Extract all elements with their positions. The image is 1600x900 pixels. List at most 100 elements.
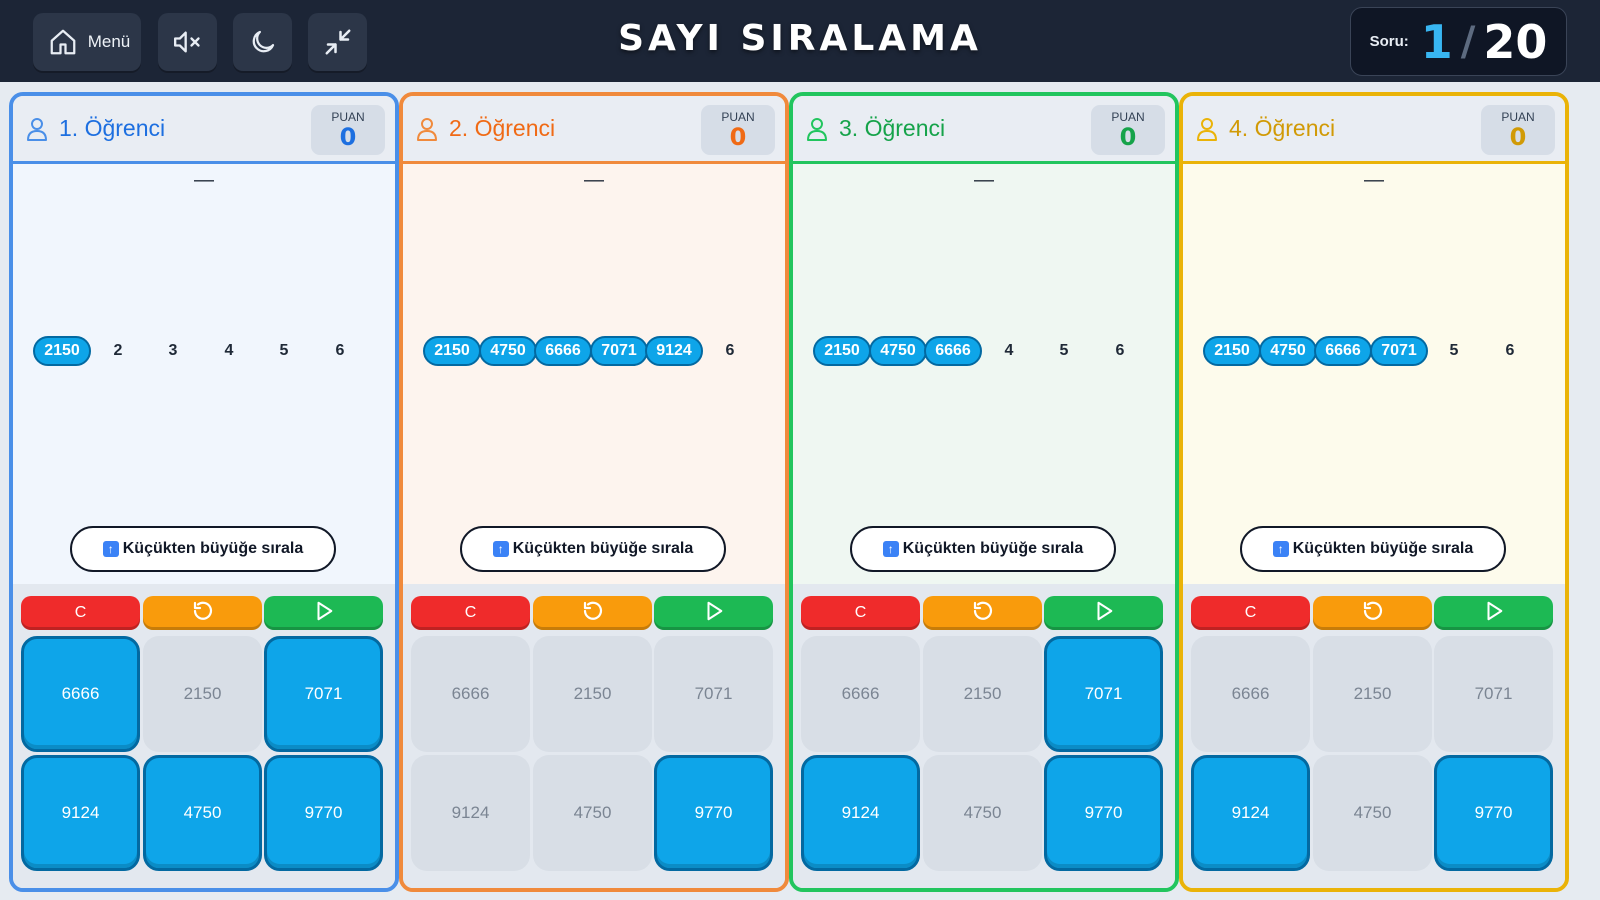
answer-slot: 2 — [113, 342, 123, 359]
answer-slot: 4 — [224, 342, 234, 359]
question-total: 20 — [1483, 14, 1548, 69]
number-key[interactable]: 4750 — [1313, 755, 1432, 871]
player-header: 1. Öğrenci PUAN 0 — [13, 96, 395, 164]
number-key[interactable]: 6666 — [411, 636, 530, 752]
clear-label: C — [854, 604, 867, 621]
number-key[interactable]: 9770 — [654, 755, 773, 871]
answer-slot: 5 — [279, 342, 289, 359]
submit-button[interactable] — [264, 596, 383, 630]
placeholder-dash: — — [194, 169, 214, 191]
play-icon — [313, 600, 335, 627]
score-box: PUAN 0 — [1481, 105, 1555, 155]
placeholder-dash: — — [974, 169, 994, 191]
undo-icon — [581, 599, 605, 628]
number-key[interactable]: 2150 — [923, 636, 1042, 752]
player-name: 3. Öğrenci — [839, 115, 946, 141]
undo-button[interactable] — [923, 596, 1042, 630]
number-key[interactable]: 7071 — [264, 636, 383, 752]
player-header: 3. Öğrenci PUAN 0 — [793, 96, 1175, 164]
number-key[interactable]: 2150 — [533, 636, 652, 752]
number-key[interactable]: 6666 — [1191, 636, 1310, 752]
undo-button[interactable] — [143, 596, 262, 630]
top-bar: Menü SAYI SIRALAMA Soru: 1 / 20 — [0, 0, 1600, 82]
clear-button[interactable]: C — [801, 596, 920, 630]
score-label: PUAN — [721, 110, 755, 124]
number-key[interactable]: 9124 — [21, 755, 140, 871]
answer-chip[interactable]: 6666 — [924, 336, 982, 366]
number-key[interactable]: 9770 — [1434, 755, 1553, 871]
order-instruction-label: Küçükten büyüğe sırala — [122, 540, 304, 557]
number-key[interactable]: 2150 — [143, 636, 262, 752]
order-instruction-label: Küçükten büyüğe sırala — [512, 540, 694, 557]
answer-chip[interactable]: 2150 — [813, 336, 871, 366]
number-key[interactable]: 9124 — [1191, 755, 1310, 871]
number-key[interactable]: 7071 — [654, 636, 773, 752]
number-key[interactable]: 6666 — [801, 636, 920, 752]
number-key[interactable]: 9770 — [264, 755, 383, 871]
keypad: C 6666 2150 7071 9124 4750 9770 — [403, 584, 785, 888]
number-key[interactable]: 2150 — [1313, 636, 1432, 752]
player-panel-4: 4. Öğrenci PUAN 0 — 2150 4750 6666 7071 5 6 ↑… — [1179, 92, 1569, 892]
clear-label: C — [1244, 604, 1257, 621]
keypad: C 6666 2150 7071 9124 4750 9770 — [793, 584, 1175, 888]
clear-button[interactable]: C — [1191, 596, 1310, 630]
clear-label: C — [464, 604, 477, 621]
answer-chip[interactable]: 6666 — [1314, 336, 1372, 366]
answer-chip[interactable]: 7071 — [1370, 336, 1428, 366]
score-value: 0 — [1509, 123, 1527, 151]
number-key[interactable]: 7071 — [1044, 636, 1163, 752]
number-key[interactable]: 6666 — [21, 636, 140, 752]
player-panel-2: 2. Öğrenci PUAN 0 — 2150 4750 6666 7071 9124… — [399, 92, 789, 892]
submit-button[interactable] — [1044, 596, 1163, 630]
submit-button[interactable] — [1434, 596, 1553, 630]
undo-button[interactable] — [1313, 596, 1432, 630]
keypad: C 6666 2150 7071 9124 4750 9770 — [1183, 584, 1565, 888]
user-icon — [1195, 116, 1219, 146]
answer-chip[interactable]: 4750 — [1259, 336, 1317, 366]
score-value: 0 — [729, 123, 747, 151]
number-key[interactable]: 9124 — [801, 755, 920, 871]
answer-chip[interactable]: 7071 — [590, 336, 648, 366]
arrow-up-icon: ↑ — [492, 541, 509, 557]
undo-icon — [971, 599, 995, 628]
placeholder-dash: — — [1364, 169, 1384, 191]
answer-slot: 6 — [1505, 342, 1515, 359]
number-key[interactable]: 4750 — [143, 755, 262, 871]
answer-chip[interactable]: 2150 — [1203, 336, 1261, 366]
user-icon — [415, 116, 439, 146]
submit-button[interactable] — [654, 596, 773, 630]
order-instruction-button[interactable]: ↑ Küçükten büyüğe sırala — [1240, 526, 1506, 572]
answer-area: — 2150 4750 6666 4 5 6 ↑ Küçükten büyüğe sıra… — [793, 164, 1175, 584]
order-instruction-button[interactable]: ↑ Küçükten büyüğe sırala — [850, 526, 1116, 572]
score-box: PUAN 0 — [311, 105, 385, 155]
answer-chip[interactable]: 2150 — [33, 336, 91, 366]
undo-button[interactable] — [533, 596, 652, 630]
score-value: 0 — [339, 123, 357, 151]
answer-chip[interactable]: 6666 — [534, 336, 592, 366]
player-name: 4. Öğrenci — [1229, 115, 1336, 141]
clear-label: C — [74, 604, 87, 621]
order-instruction-button[interactable]: ↑ Küçükten büyüğe sırala — [460, 526, 726, 572]
score-label: PUAN — [331, 110, 365, 124]
keypad: C 6666 2150 7071 9124 4750 9770 — [13, 584, 395, 888]
answer-chip[interactable]: 2150 — [423, 336, 481, 366]
arrow-up-icon: ↑ — [102, 541, 119, 557]
question-separator: / — [1460, 18, 1476, 65]
answer-chip[interactable]: 4750 — [869, 336, 927, 366]
clear-button[interactable]: C — [21, 596, 140, 630]
answer-chip[interactable]: 4750 — [479, 336, 537, 366]
arrow-up-icon: ↑ — [882, 541, 899, 557]
number-key[interactable]: 4750 — [923, 755, 1042, 871]
score-value: 0 — [1119, 123, 1137, 151]
user-icon — [25, 116, 49, 146]
answer-slot: 6 — [1115, 342, 1125, 359]
number-key[interactable]: 9770 — [1044, 755, 1163, 871]
answer-chip[interactable]: 9124 — [645, 336, 703, 366]
number-key[interactable]: 7071 — [1434, 636, 1553, 752]
order-instruction-button[interactable]: ↑ Küçükten büyüğe sırala — [70, 526, 336, 572]
play-icon — [1483, 600, 1505, 627]
number-key[interactable]: 9124 — [411, 755, 530, 871]
answer-area: — 2150 4750 6666 7071 5 6 ↑ Küçükten büyüğe s… — [1183, 164, 1565, 584]
clear-button[interactable]: C — [411, 596, 530, 630]
number-key[interactable]: 4750 — [533, 755, 652, 871]
